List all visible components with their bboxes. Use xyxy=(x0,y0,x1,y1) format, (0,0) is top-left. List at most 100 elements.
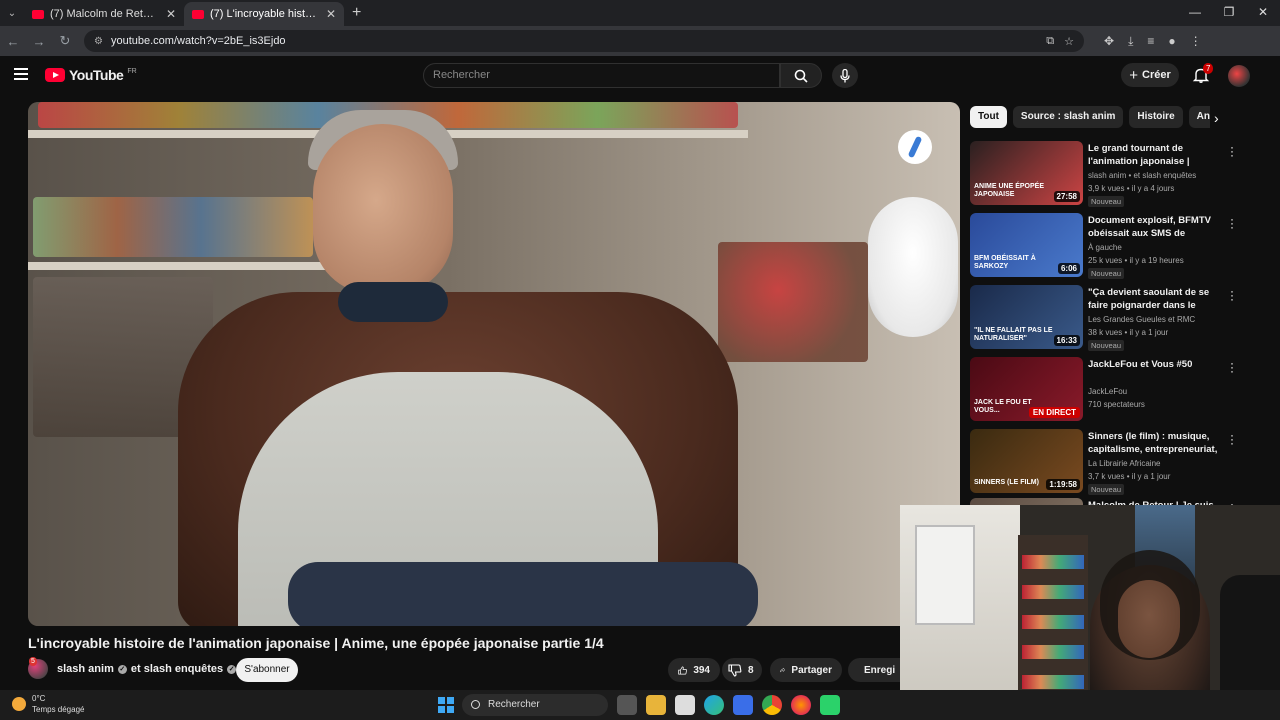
recommendation-item[interactable]: Malcolm de Retour ! Je suis ...··· xyxy=(970,498,1250,562)
search-button[interactable] xyxy=(780,63,822,88)
new-badge: Nouveau xyxy=(1088,268,1125,279)
more-options-icon[interactable]: ··· xyxy=(1230,285,1234,305)
install-app-icon[interactable]: ⧉ xyxy=(1046,35,1054,48)
url-bar[interactable]: ⚙ youtube.com/watch?v=2bE_is3Ejdo ⧉ ☆ xyxy=(84,30,1084,52)
extensions-icon[interactable]: ✥ xyxy=(1104,34,1114,49)
recommendation-item[interactable]: JACK LE FOU ET VOUS... EN DIRECT JackLeFou… xyxy=(970,357,1250,423)
taskbar-search[interactable]: Rechercher xyxy=(462,694,608,716)
youtube-logo[interactable]: YouTube FR xyxy=(45,67,137,83)
recommendation-item[interactable]: "IL NE FALLAIT PAS LE NATURALISER" 16:33 "… xyxy=(970,285,1250,351)
logo-text: YouTube xyxy=(69,67,124,83)
new-tab-icon[interactable]: + xyxy=(352,4,361,22)
chip-anime[interactable]: Anime xyxy=(1188,106,1210,128)
recommendation-meta: 38 k vues • il y a 1 jour xyxy=(1088,328,1169,337)
thumbs-up-icon xyxy=(678,665,687,675)
video-player[interactable] xyxy=(28,102,960,626)
video-thumbnail[interactable]: "IL NE FALLAIT PAS LE NATURALISER" 16:33 xyxy=(970,285,1083,349)
thumbnail-text: SINNERS (LE FILM) xyxy=(974,479,1039,486)
video-thumbnail[interactable]: BFM OBÉISSAIT À SARKOZY 6:06 xyxy=(970,213,1083,277)
create-button[interactable]: + Créer xyxy=(1121,63,1179,87)
firefox-icon[interactable] xyxy=(791,695,811,715)
window-controls: — ❐ ✕ xyxy=(1178,0,1280,26)
video-person xyxy=(338,282,448,322)
more-options-icon[interactable]: ··· xyxy=(1230,357,1234,377)
more-options-icon[interactable]: ··· xyxy=(1230,429,1234,449)
profile-icon[interactable]: ● xyxy=(1168,34,1175,49)
recommendation-meta: 3,7 k vues • il y a 1 jour xyxy=(1088,472,1171,481)
file-explorer-icon[interactable] xyxy=(646,695,666,715)
channel-watermark-icon[interactable] xyxy=(898,130,932,164)
dislike-count: 8 xyxy=(748,664,754,676)
video-toys xyxy=(33,197,313,257)
close-window-icon[interactable]: ✕ xyxy=(1246,0,1280,26)
edge-icon[interactable] xyxy=(704,695,724,715)
voice-search-button[interactable] xyxy=(832,63,858,88)
tab-search-icon[interactable]: ⌄ xyxy=(0,0,24,26)
recommendation-meta: 710 spectateurs xyxy=(1088,400,1145,409)
channel-name[interactable]: slash anim ✓ et slash enquêtes ✓ xyxy=(57,663,237,675)
recommendation-item[interactable]: BFM OBÉISSAIT À SARKOZY 6:06 Document expl… xyxy=(970,213,1250,279)
youtube-play-icon xyxy=(45,68,65,82)
youtube-favicon-icon xyxy=(192,9,204,19)
chrome-icon[interactable] xyxy=(762,695,782,715)
minimize-icon[interactable]: — xyxy=(1178,0,1212,26)
browser-tab-active[interactable]: (7) L'incroyable histoire de l'ani ✕ xyxy=(184,2,344,26)
forward-icon[interactable]: → xyxy=(26,34,52,49)
share-icon xyxy=(780,667,786,673)
chip-history[interactable]: Histoire xyxy=(1129,106,1183,128)
recommendation-title[interactable]: Sinners (le film) : musique, capitalisme… xyxy=(1088,430,1223,456)
duration-badge: 27:58 xyxy=(1053,191,1080,202)
browser-menu-icon[interactable]: ⋮ xyxy=(1190,34,1202,49)
chevron-right-icon[interactable]: › xyxy=(1214,110,1219,126)
video-person xyxy=(313,124,453,294)
media-icon[interactable]: ≡ xyxy=(1147,34,1154,49)
video-thumbnail[interactable]: ANIME UNE ÉPOPÉE JAPONAISE 27:58 xyxy=(970,141,1083,205)
chip-source[interactable]: Source : slash anim xyxy=(1012,106,1124,128)
account-avatar[interactable] xyxy=(1228,65,1250,87)
thumbnail-text: "IL NE FALLAIT PAS LE NATURALISER" xyxy=(974,327,1053,342)
task-view-icon[interactable] xyxy=(617,695,637,715)
bookmark-star-icon[interactable]: ☆ xyxy=(1064,35,1074,48)
thumbs-down-icon xyxy=(728,663,742,677)
app-icon[interactable] xyxy=(820,695,840,715)
more-options-icon[interactable]: ··· xyxy=(1230,141,1234,161)
subscribe-button[interactable]: S'abonner xyxy=(236,658,298,682)
video-plush xyxy=(868,197,958,337)
back-icon[interactable]: ← xyxy=(0,34,26,49)
site-info-icon[interactable]: ⚙ xyxy=(94,36,103,47)
recommendation-channel[interactable]: La Librairie Africaine xyxy=(1088,459,1160,468)
dislike-button[interactable]: 8 xyxy=(722,658,762,682)
notepad-icon[interactable] xyxy=(675,695,695,715)
recommendation-item[interactable]: SINNERS (LE FILM) 1:19:58 Sinners (le film… xyxy=(970,429,1250,495)
recommendation-item[interactable]: ANIME UNE ÉPOPÉE JAPONAISE 27:58 Le grand … xyxy=(970,141,1250,207)
close-tab-icon[interactable]: ✕ xyxy=(326,7,336,21)
taskbar-search-label: Rechercher xyxy=(488,699,540,710)
reload-icon[interactable]: ↻ xyxy=(52,33,78,49)
browser-tab[interactable]: (7) Malcolm de Retour ! Je suis ✕ xyxy=(24,2,184,26)
new-badge: Nouveau xyxy=(1088,484,1125,495)
share-button[interactable]: Partager xyxy=(770,658,842,682)
like-button[interactable]: 394 xyxy=(668,658,720,682)
download-icon[interactable]: ⤓ xyxy=(1128,34,1133,49)
chip-all[interactable]: Tout xyxy=(970,106,1007,128)
recommendation-title[interactable]: JackLeFou et Vous #50 xyxy=(1088,358,1223,371)
recommendation-channel[interactable]: slash anim • et slash enquêtes xyxy=(1088,171,1196,180)
recommendation-title[interactable]: Document explosif, BFMTV obéissait aux S… xyxy=(1088,214,1223,240)
video-thumbnail[interactable]: SINNERS (LE FILM) 1:19:58 xyxy=(970,429,1083,493)
search-input[interactable]: Rechercher xyxy=(423,63,780,88)
duration-badge: 1:19:58 xyxy=(1046,479,1080,490)
menu-icon[interactable] xyxy=(14,68,28,80)
recommendation-channel[interactable]: JackLeFou xyxy=(1088,387,1127,396)
recommendation-channel[interactable]: Les Grandes Gueules et RMC xyxy=(1088,315,1195,324)
video-thumbnail[interactable]: JACK LE FOU ET VOUS... EN DIRECT xyxy=(970,357,1083,421)
save-button[interactable]: Enregi xyxy=(848,658,900,682)
store-icon[interactable] xyxy=(733,695,753,715)
close-tab-icon[interactable]: ✕ xyxy=(166,7,176,21)
recommendation-title[interactable]: "Ça devient saoulant de se faire poignar… xyxy=(1088,286,1223,312)
restore-icon[interactable]: ❐ xyxy=(1212,0,1246,26)
windows-start-icon[interactable] xyxy=(438,697,454,713)
recommendation-channel[interactable]: À gauche xyxy=(1088,243,1122,252)
weather-widget[interactable]: 0°C Temps dégagé xyxy=(12,693,84,715)
more-options-icon[interactable]: ··· xyxy=(1230,213,1234,233)
recommendation-title[interactable]: Le grand tournant de l'animation japonai… xyxy=(1088,142,1223,168)
